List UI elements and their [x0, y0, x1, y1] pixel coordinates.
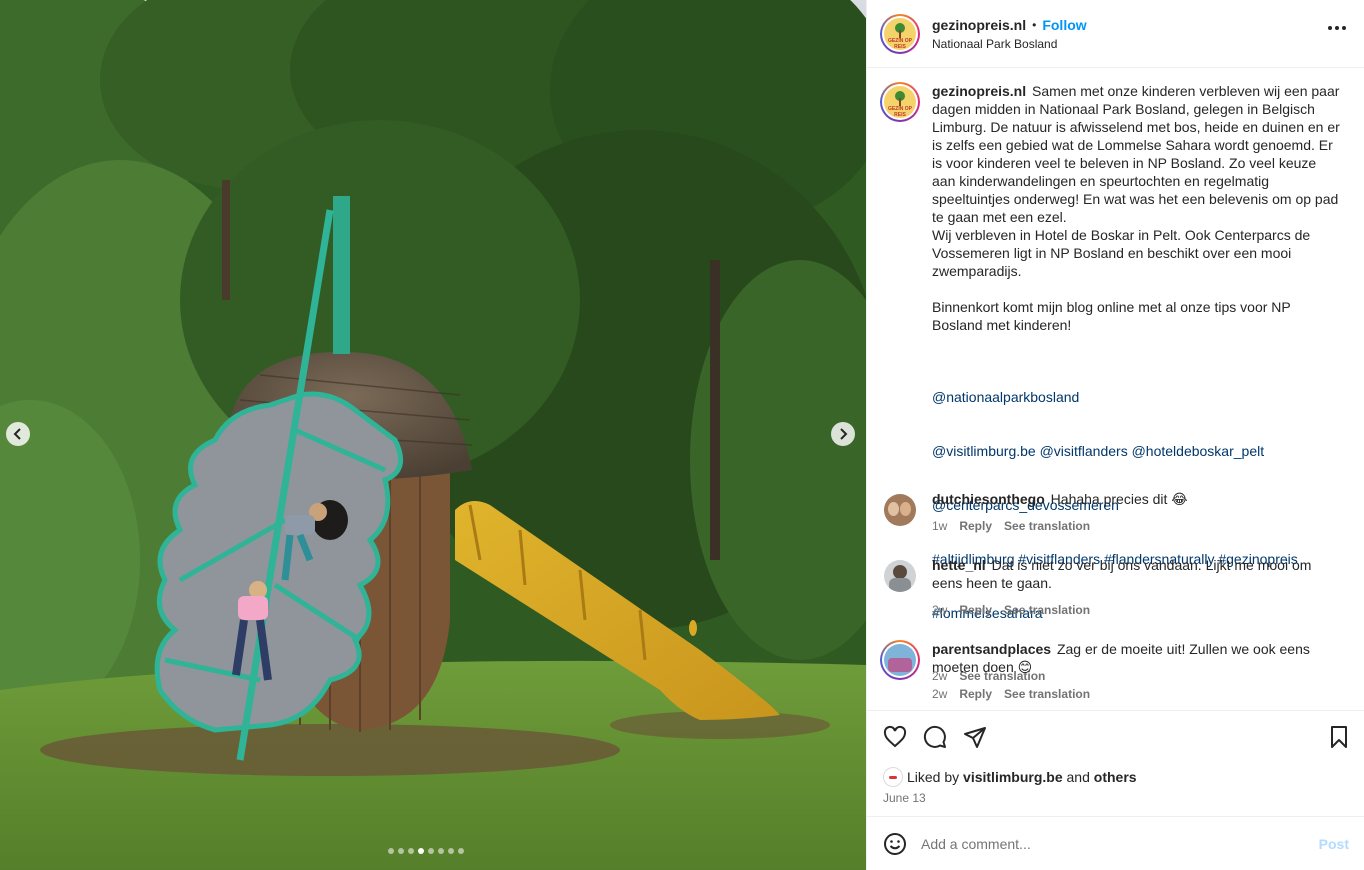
carousel-dot	[388, 848, 394, 854]
carousel-dot	[428, 848, 434, 854]
carousel-dot	[408, 848, 414, 854]
caption-link[interactable]: @nationaalparkbosland	[932, 388, 1342, 406]
see-translation-button[interactable]: See translation	[1004, 517, 1090, 535]
author-avatar[interactable]: GEZIN OP REIS	[880, 13, 920, 54]
commenter-avatar[interactable]	[880, 640, 920, 680]
carousel-dot	[438, 848, 444, 854]
post-date: June 13	[883, 791, 926, 805]
likes-summary: Liked by visitlimburg.be and others	[883, 767, 1137, 787]
comment-age: 2w	[932, 603, 948, 617]
reply-button[interactable]: Reply	[959, 517, 992, 535]
post-media[interactable]	[0, 0, 866, 870]
more-options-icon[interactable]	[1328, 26, 1346, 30]
next-slide-button[interactable]	[831, 422, 855, 446]
post-comment-button[interactable]: Post	[1319, 836, 1349, 852]
post-viewer: GEZIN OP REIS gezinopreis.nl • Follow Na…	[0, 0, 1364, 870]
follow-button[interactable]: Follow	[1042, 17, 1086, 33]
caption-text: Samen met onze kinderen verbleven wij ee…	[932, 83, 1340, 333]
share-icon[interactable]	[963, 725, 987, 749]
caption-link[interactable]: @visitlimburg.be @visitflanders @hotelde…	[932, 442, 1342, 460]
likes-others-link[interactable]: others	[1094, 769, 1137, 785]
comment-age: 2w	[932, 687, 948, 701]
add-comment-bar: Post	[867, 816, 1364, 870]
liker-username[interactable]: visitlimburg.be	[963, 769, 1063, 785]
commenter-avatar[interactable]	[880, 556, 920, 596]
liker-avatar[interactable]	[883, 767, 903, 787]
comment-username[interactable]: parentsandplaces	[932, 641, 1051, 657]
author-username[interactable]: gezinopreis.nl	[932, 17, 1026, 33]
carousel-dot	[448, 848, 454, 854]
reply-button[interactable]: Reply	[959, 601, 992, 619]
caption-avatar[interactable]: GEZIN OP REIS	[880, 82, 920, 122]
see-translation-button[interactable]: See translation	[1004, 685, 1090, 703]
carousel-dot	[458, 848, 464, 854]
comment-item: dutchiesonthego Hahaha precies dit 😂 1w …	[880, 490, 1342, 535]
post-side-panel: GEZIN OP REIS gezinopreis.nl • Follow Na…	[866, 0, 1364, 870]
carousel-indicator	[388, 848, 464, 854]
comment-username[interactable]: dutchiesonthego	[932, 491, 1045, 507]
comments-section[interactable]: GEZIN OP REIS gezinopreis.nl Samen met o…	[867, 69, 1364, 709]
carousel-dot	[418, 848, 424, 854]
see-translation-button[interactable]: See translation	[1004, 601, 1090, 619]
emoji-icon[interactable]	[883, 832, 907, 856]
comment-text: Dat is niet zo ver bij ons vandaan. Lijk…	[932, 557, 1312, 591]
chevron-right-icon	[840, 428, 848, 440]
comment-icon[interactable]	[923, 725, 947, 749]
post-photo	[0, 0, 866, 870]
post-location[interactable]: Nationaal Park Bosland	[932, 37, 1087, 51]
like-heart-icon[interactable]	[883, 725, 907, 749]
reply-button[interactable]: Reply	[959, 685, 992, 703]
carousel-dot	[398, 848, 404, 854]
commenter-avatar[interactable]	[880, 490, 920, 530]
comment-username[interactable]: hette_nl	[932, 557, 986, 573]
comment-text: Hahaha precies dit 😂	[1050, 491, 1188, 507]
comment-item: parentsandplaces Zag er de moeite uit! Z…	[880, 640, 1342, 703]
separator-dot: •	[1032, 17, 1037, 32]
add-comment-input[interactable]	[921, 835, 1291, 852]
comment-item: hette_nl Dat is niet zo ver bij ons vand…	[880, 556, 1342, 619]
caption-username[interactable]: gezinopreis.nl	[932, 83, 1026, 99]
previous-slide-button[interactable]	[6, 422, 30, 446]
chevron-left-icon	[13, 428, 21, 440]
post-header: GEZIN OP REIS gezinopreis.nl • Follow Na…	[867, 0, 1364, 68]
bookmark-icon[interactable]	[1327, 725, 1351, 749]
post-actions: Liked by visitlimburg.be and others June…	[867, 710, 1364, 816]
comment-age: 1w	[932, 519, 948, 533]
